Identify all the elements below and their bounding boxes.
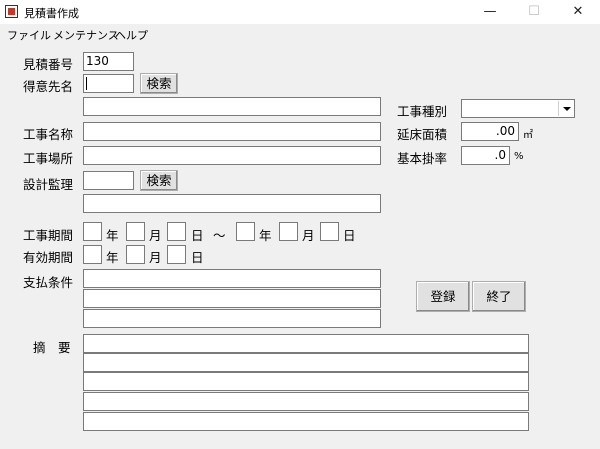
payment-terms-line-1[interactable]	[83, 269, 381, 288]
year-label: 年	[259, 225, 272, 244]
menu-help[interactable]: ヘルプ	[115, 27, 148, 43]
base-rate-unit: %	[514, 151, 524, 162]
year-label: 年	[106, 225, 119, 244]
work-type-label: 工事種別	[397, 101, 447, 120]
month-label: 月	[149, 247, 162, 266]
close-button[interactable]: ✕	[556, 0, 600, 24]
menu-file[interactable]: ファイル	[7, 27, 51, 43]
maximize-button[interactable]: ☐	[512, 0, 556, 24]
valid-day-field[interactable]	[167, 245, 186, 264]
customer-name-field[interactable]	[83, 97, 381, 116]
design-supervision-label: 設計監理	[23, 174, 73, 193]
payment-terms-label: 支払条件	[23, 272, 73, 291]
base-rate-field[interactable]: .0	[461, 146, 510, 165]
customer-code-field[interactable]	[83, 74, 134, 93]
summary-line-4[interactable]	[83, 392, 529, 411]
base-rate-label: 基本掛率	[397, 148, 447, 167]
valid-month-field[interactable]	[126, 245, 145, 264]
work-start-year-field[interactable]	[83, 222, 102, 241]
day-label: 日	[191, 247, 204, 266]
register-button[interactable]: 登録	[416, 281, 470, 312]
valid-period-label: 有効期間	[23, 247, 73, 266]
work-name-label: 工事名称	[23, 124, 73, 143]
menu-maintenance[interactable]: メンテナンス	[53, 27, 119, 43]
work-start-month-field[interactable]	[126, 222, 145, 241]
valid-year-field[interactable]	[83, 245, 102, 264]
work-period-label: 工事期間	[23, 225, 73, 244]
payment-terms-line-2[interactable]	[83, 289, 381, 308]
menu-bar: ファイル メンテナンス ヘルプ	[0, 24, 600, 42]
work-location-label: 工事場所	[23, 148, 73, 167]
work-end-month-field[interactable]	[279, 222, 298, 241]
work-location-field[interactable]	[83, 146, 381, 165]
title-bar: 見積書作成 — ☐ ✕	[0, 0, 600, 24]
summary-line-2[interactable]	[83, 353, 529, 372]
estimate-no-field[interactable]: 130	[83, 52, 134, 71]
work-type-select[interactable]	[461, 99, 575, 118]
day-label: 日	[343, 225, 356, 244]
summary-line-3[interactable]	[83, 372, 529, 391]
finish-button[interactable]: 終了	[472, 281, 526, 312]
text-caret	[86, 77, 87, 90]
chevron-down-icon[interactable]	[558, 101, 573, 116]
day-label: 日	[191, 225, 204, 244]
floor-area-label: 延床面積	[397, 124, 447, 143]
customer-search-button[interactable]: 検索	[140, 73, 178, 94]
summary-line-1[interactable]	[83, 334, 529, 353]
design-supervision-code-field[interactable]	[83, 171, 134, 190]
year-label: 年	[106, 247, 119, 266]
work-end-day-field[interactable]	[320, 222, 339, 241]
design-supervision-search-button[interactable]: 検索	[140, 170, 178, 191]
tilde-separator: ～	[213, 225, 226, 244]
work-end-year-field[interactable]	[236, 222, 255, 241]
customer-label: 得意先名	[23, 76, 73, 95]
month-label: 月	[149, 225, 162, 244]
month-label: 月	[302, 225, 315, 244]
estimate-no-label: 見積番号	[23, 54, 73, 73]
floor-area-field[interactable]: .00	[461, 122, 519, 141]
summary-label: 摘 要	[33, 337, 71, 356]
floor-area-unit: ㎡	[523, 126, 533, 141]
window-title: 見積書作成	[24, 5, 79, 21]
payment-terms-line-3[interactable]	[83, 309, 381, 328]
app-icon	[5, 5, 18, 18]
design-supervision-name-field[interactable]	[83, 194, 381, 213]
summary-line-5[interactable]	[83, 412, 529, 431]
minimize-button[interactable]: —	[468, 0, 512, 24]
work-start-day-field[interactable]	[167, 222, 186, 241]
work-name-field[interactable]	[83, 122, 381, 141]
